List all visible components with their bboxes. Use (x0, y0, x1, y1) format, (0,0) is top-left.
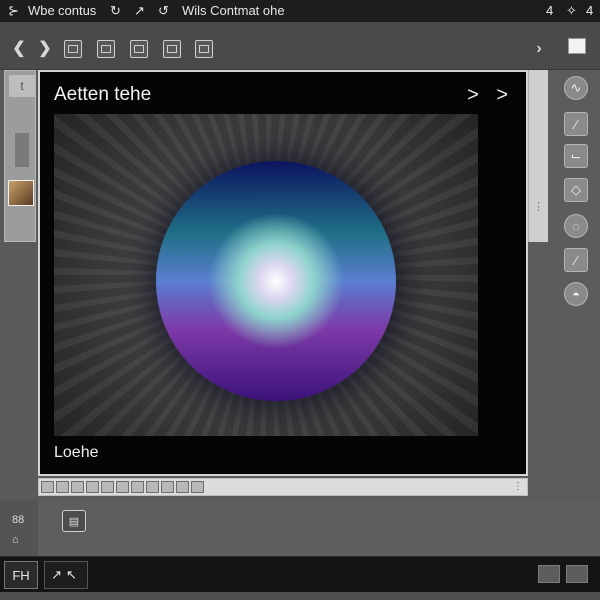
next-arrows-icon[interactable]: > > (467, 84, 514, 107)
scroll-grip-icon[interactable]: ⋮ (533, 200, 544, 213)
layers-panel: t (4, 70, 36, 242)
properties-button[interactable]: ▤ (62, 510, 86, 532)
pin-icon[interactable]: 4 (546, 3, 553, 18)
eraser-icon[interactable]: ◇ (564, 178, 588, 202)
menu-icon[interactable]: ⊱ (8, 3, 19, 19)
film-cell[interactable] (161, 481, 174, 493)
redo-icon[interactable]: ↻ (110, 3, 121, 19)
home-icon[interactable]: ⌂ (12, 534, 19, 546)
film-cell[interactable] (101, 481, 114, 493)
adjust-icon[interactable] (195, 40, 213, 58)
film-cell[interactable] (116, 481, 129, 493)
pin-icon-2[interactable]: 4 (586, 3, 593, 18)
image-icon[interactable] (64, 40, 82, 58)
line-icon[interactable]: ∕ (564, 112, 588, 136)
layer-thumbnail[interactable] (8, 180, 34, 206)
panel-title: Aetten tehe (54, 84, 152, 105)
layers-icon[interactable] (163, 40, 181, 58)
film-cell[interactable] (41, 481, 54, 493)
film-cell[interactable] (131, 481, 144, 493)
film-cell[interactable] (176, 481, 189, 493)
status-left-label[interactable]: FH (4, 561, 38, 589)
menu-item-contus[interactable]: contus (58, 3, 96, 18)
lower-left-strip: 88 ⌂ (0, 500, 38, 556)
frame-icon[interactable] (97, 40, 115, 58)
brush-icon[interactable]: ∿ (564, 76, 588, 100)
toolbar: ❮ ❯ › (0, 22, 600, 70)
film-menu-icon[interactable]: ⋮ (513, 481, 523, 493)
film-cell[interactable] (191, 481, 204, 493)
menu-item-wbe[interactable]: Wbe (28, 3, 55, 18)
film-cell[interactable] (86, 481, 99, 493)
title-bar: ⊱ Wbe contus ↻ ↗ ↺ Wils Contmat ohe 4 ✧ … (0, 0, 600, 22)
film-cell[interactable] (71, 481, 84, 493)
view-toggle-icon[interactable] (538, 565, 560, 583)
panel-toggle-icon[interactable] (568, 38, 586, 54)
forward-arrow-icon[interactable]: ❯ (36, 40, 54, 58)
slash-tool-icon[interactable]: ∕ (564, 248, 588, 272)
gradient-sphere (156, 161, 396, 401)
image-canvas[interactable] (54, 114, 478, 436)
chevron-right-icon[interactable]: › (530, 40, 548, 58)
grid-small-icon[interactable]: 88 (12, 514, 24, 526)
lower-panel: 88 ⌂ ▤ (0, 500, 600, 556)
hand-icon[interactable]: ◓ (564, 282, 588, 306)
sparkle-icon[interactable]: ✧ (566, 3, 577, 19)
undo-arrow-icon[interactable]: ❮ (10, 40, 28, 58)
film-cell[interactable] (56, 481, 69, 493)
layer-slot[interactable] (15, 133, 29, 167)
panel-caption: Loehe (54, 444, 99, 461)
grid-icon[interactable] (130, 40, 148, 58)
corner-icon[interactable]: ⌙ (564, 144, 588, 168)
status-bar: FH ↗↖ (0, 556, 600, 592)
scrollbar[interactable]: ⋮ (528, 70, 548, 242)
document-title: Wils Contmat ohe (182, 3, 285, 18)
layer-slot-label[interactable]: t (9, 75, 35, 97)
lasso-icon[interactable]: ◌ (564, 214, 588, 238)
fullscreen-icon[interactable] (566, 565, 588, 583)
undo-icon[interactable]: ↺ (158, 3, 169, 19)
filmstrip: ⋮ (38, 478, 528, 496)
film-cell[interactable] (146, 481, 159, 493)
preview-panel: Aetten tehe > > Loehe (38, 70, 528, 476)
app-window: ⊱ Wbe contus ↻ ↗ ↺ Wils Contmat ohe 4 ✧ … (0, 0, 600, 600)
arrow-up-right-icon[interactable]: ↗ (134, 3, 145, 19)
window-bottom-edge (0, 592, 600, 600)
left-sidebar: t (0, 70, 38, 500)
status-tools[interactable]: ↗↖ (44, 561, 88, 589)
